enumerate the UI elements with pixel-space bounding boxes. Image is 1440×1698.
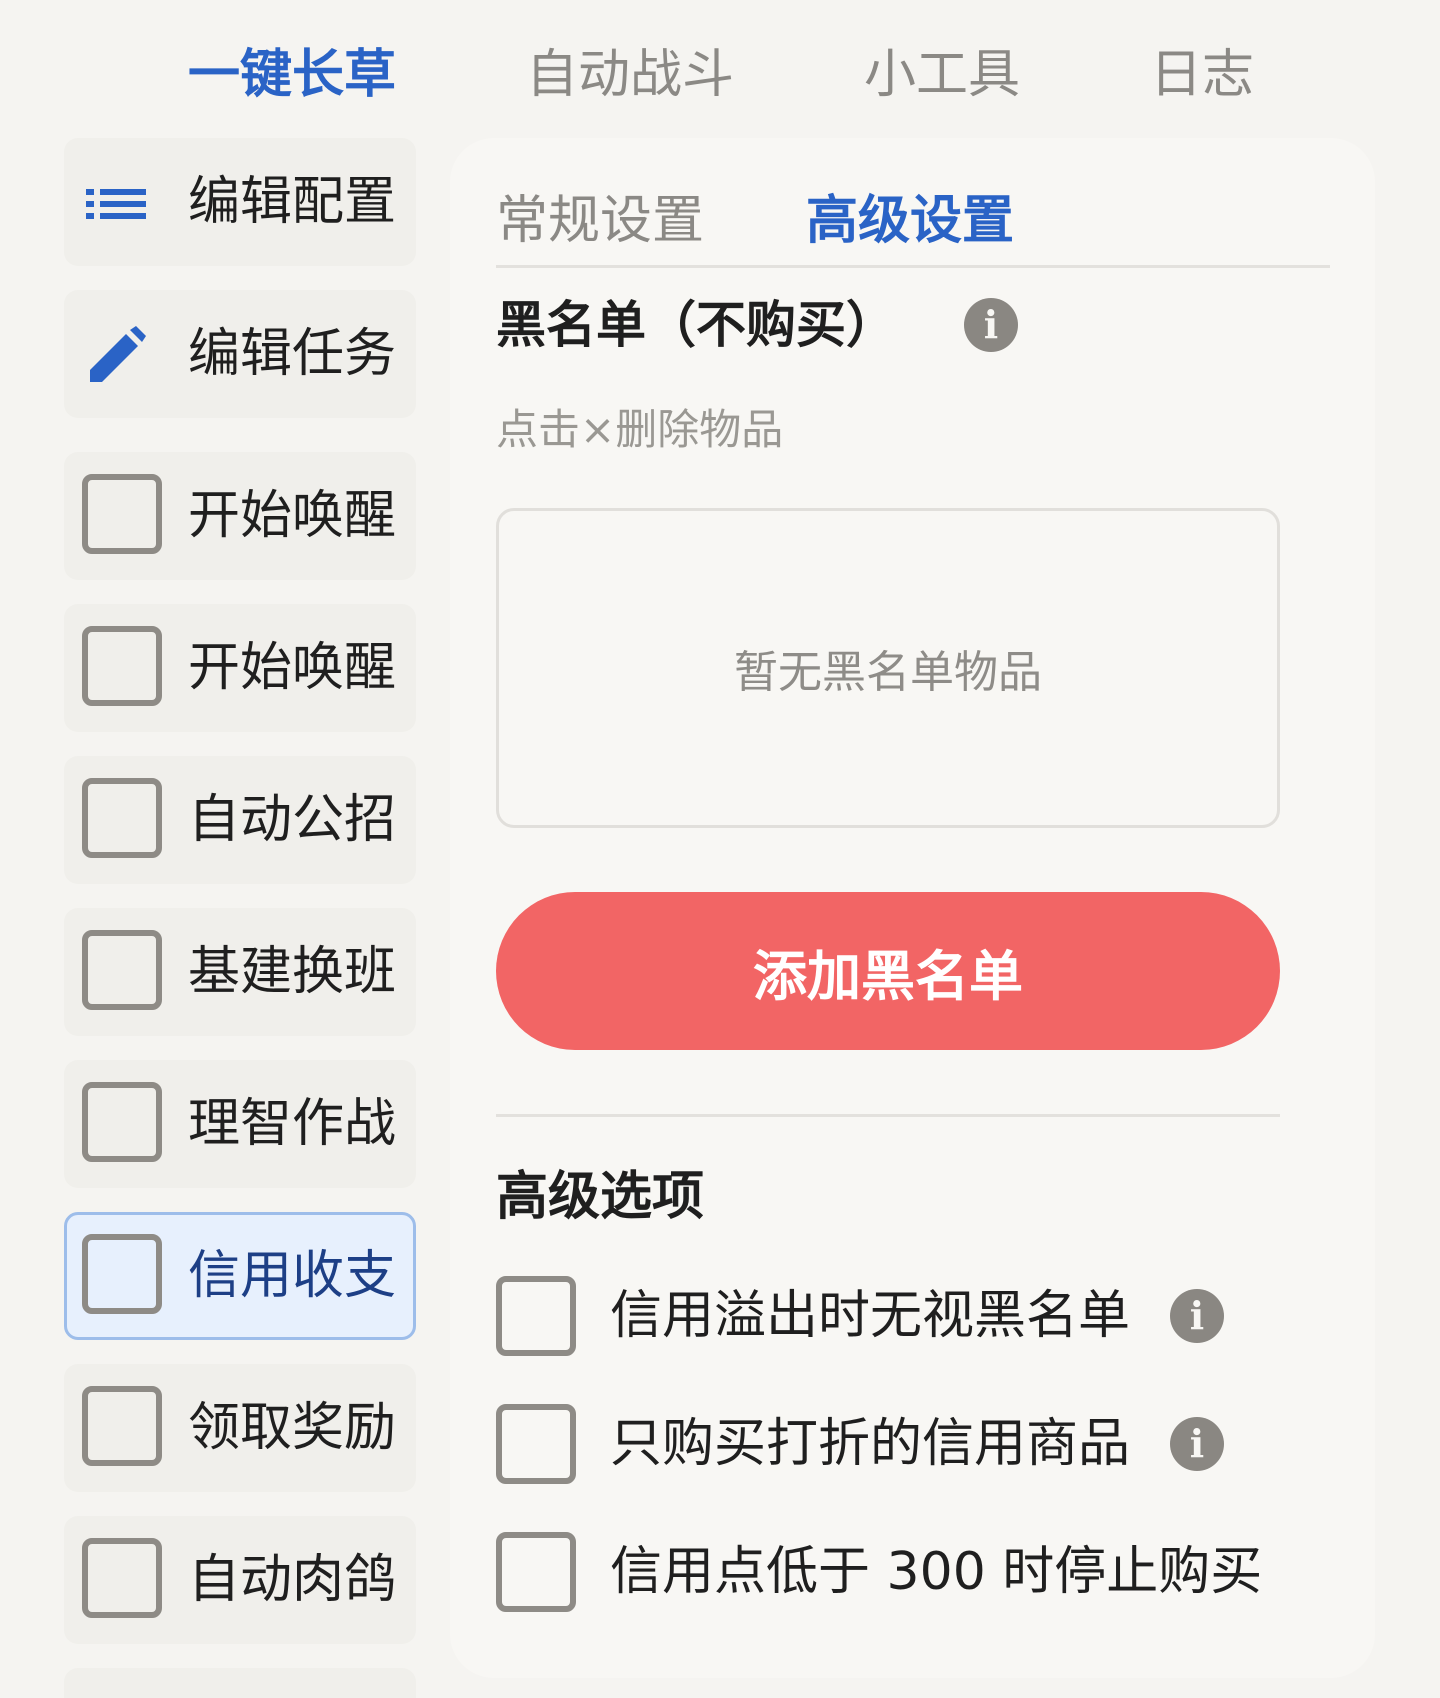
sidebar-item-start-wakeup-1[interactable]: 开始唤醒 [64, 452, 416, 580]
task-checkbox[interactable] [82, 1538, 162, 1618]
task-checkbox[interactable] [82, 474, 162, 554]
sidebar-item-label: 领取奖励 [188, 1398, 397, 1458]
sidebar-item-label: 编辑任务 [188, 324, 397, 384]
task-checkbox[interactable] [82, 930, 162, 1010]
task-checkbox[interactable] [82, 1082, 162, 1162]
tab-general-settings[interactable]: 常规设置 [496, 188, 704, 254]
option-label: 信用溢出时无视黑名单 [610, 1286, 1131, 1346]
tab-one-click[interactable]: 一键长草 [188, 40, 396, 110]
task-checkbox[interactable] [82, 1234, 162, 1314]
option-label: 只购买打折的信用商品 [610, 1414, 1131, 1474]
tab-advanced-settings[interactable]: 高级设置 [806, 188, 1014, 254]
sidebar-item-label: 自动肉鸽 [188, 1550, 397, 1610]
info-icon[interactable]: i [1170, 1417, 1224, 1471]
blacklist-list: 暂无黑名单物品 [496, 508, 1280, 828]
sidebar-item-auto-roguelike[interactable]: 自动肉鸽 [64, 1516, 416, 1644]
option-discount-only[interactable]: 只购买打折的信用商品 i [496, 1404, 1316, 1488]
info-icon[interactable]: i [1170, 1289, 1224, 1343]
option-checkbox[interactable] [496, 1404, 576, 1484]
option-ignore-blacklist-on-overflow[interactable]: 信用溢出时无视黑名单 i [496, 1276, 1316, 1360]
option-stop-below-credit[interactable]: 信用点低于 300 时停止购买 [496, 1532, 1316, 1616]
sidebar-item-label: 基建换班 [188, 942, 397, 1002]
sidebar-item-edit-tasks[interactable]: 编辑任务 [64, 290, 416, 418]
sidebar-item-label: 自动公招 [188, 790, 397, 850]
option-checkbox[interactable] [496, 1532, 576, 1612]
sidebar-item-start-wakeup-2[interactable]: 开始唤醒 [64, 604, 416, 732]
tab-tools[interactable]: 小工具 [864, 40, 1020, 110]
sidebar-item-label: 理智作战 [188, 1094, 397, 1154]
sidebar-item-edit-config[interactable]: 编辑配置 [64, 138, 416, 266]
option-label: 信用点低于 300 时停止购买 [610, 1542, 1263, 1602]
top-navigation: 一键长草 自动战斗 小工具 日志 [0, 0, 1440, 140]
task-checkbox[interactable] [82, 1386, 162, 1466]
sidebar-item-label: 编辑配置 [188, 172, 397, 232]
sidebar-item-label: 开始唤醒 [188, 638, 397, 698]
task-sidebar: 编辑配置 编辑任务 开始唤醒 开始唤醒 自动公招 基建换班 理智作战 信用收支 … [64, 138, 416, 1698]
settings-tabs: 常规设置 高级设置 [496, 170, 1330, 268]
settings-panel: 常规设置 高级设置 黑名单（不购买） i 点击×删除物品 暂无黑名单物品 添加黑… [450, 138, 1375, 1678]
tab-auto-battle[interactable]: 自动战斗 [526, 40, 734, 110]
info-icon[interactable]: i [964, 298, 1018, 352]
add-blacklist-button[interactable]: 添加黑名单 [496, 892, 1280, 1050]
pencil-icon [90, 326, 146, 382]
blacklist-hint: 点击×删除物品 [496, 405, 784, 454]
sidebar-item-credit-shopping[interactable]: 信用收支 [64, 1212, 416, 1340]
sidebar-item-partial[interactable] [64, 1668, 416, 1698]
blacklist-empty-text: 暂无黑名单物品 [734, 647, 1042, 698]
sidebar-item-label: 开始唤醒 [188, 486, 397, 546]
sidebar-item-claim-rewards[interactable]: 领取奖励 [64, 1364, 416, 1492]
sidebar-item-sanity-battle[interactable]: 理智作战 [64, 1060, 416, 1188]
blacklist-title: 黑名单（不购买） [496, 296, 896, 354]
list-icon [86, 189, 146, 219]
task-checkbox[interactable] [82, 778, 162, 858]
tab-logs[interactable]: 日志 [1150, 40, 1254, 110]
divider [496, 1114, 1280, 1117]
task-checkbox[interactable] [82, 626, 162, 706]
sidebar-item-base-shift[interactable]: 基建换班 [64, 908, 416, 1036]
advanced-options-title: 高级选项 [496, 1167, 705, 1227]
option-checkbox[interactable] [496, 1276, 576, 1356]
sidebar-item-label: 信用收支 [188, 1246, 397, 1306]
sidebar-item-auto-recruit[interactable]: 自动公招 [64, 756, 416, 884]
